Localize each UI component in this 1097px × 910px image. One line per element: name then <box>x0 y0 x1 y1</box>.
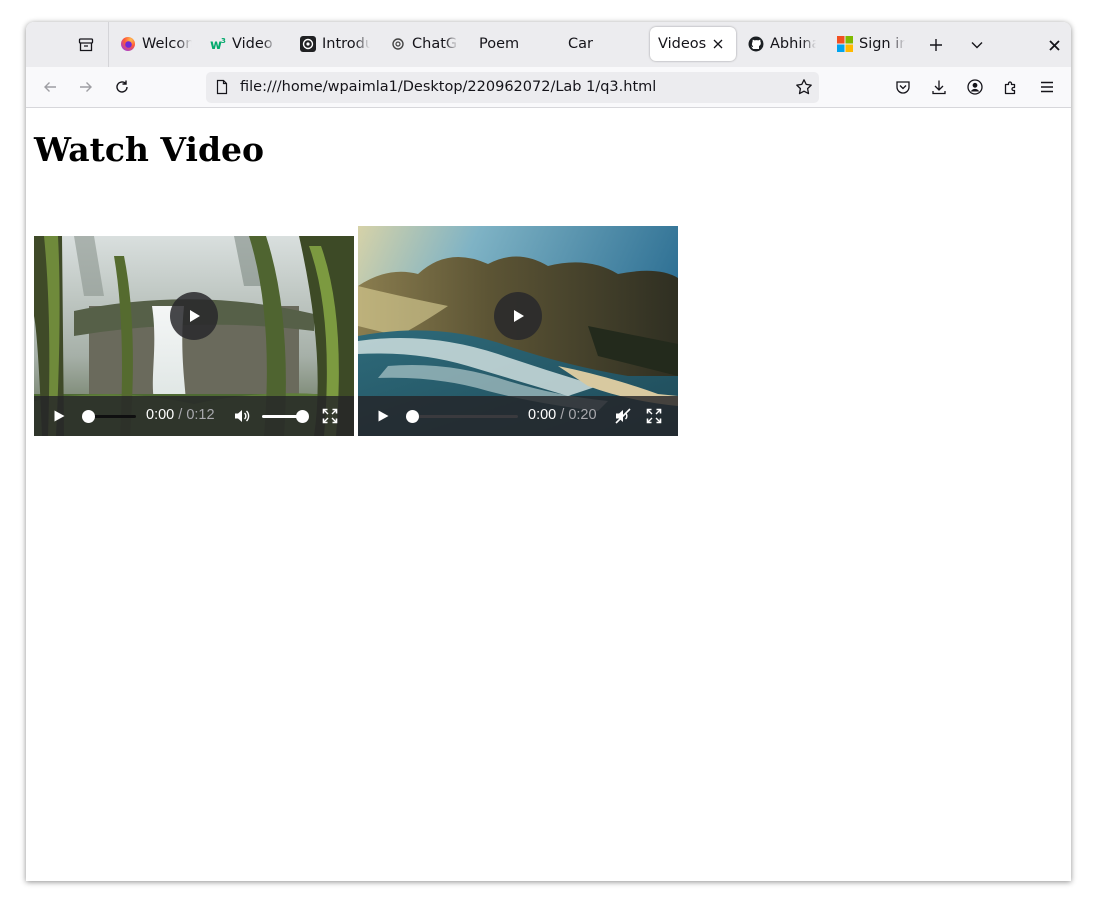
page-content: Watch Video 0:00 / 0:12 0:00 / 0:20 <box>26 108 1071 881</box>
video-controls: 0:00 / 0:20 <box>358 396 678 436</box>
tab-poem[interactable]: Poem <box>479 27 549 61</box>
play-icon <box>378 410 389 422</box>
big-play-button[interactable] <box>170 292 218 340</box>
extensions-button[interactable] <box>999 75 1023 99</box>
tab-sign-in[interactable]: Sign in <box>837 27 907 61</box>
video-player-2[interactable]: 0:00 / 0:20 <box>358 226 678 436</box>
volume-handle[interactable] <box>296 410 309 423</box>
tab-github[interactable]: Abhinav <box>748 27 820 61</box>
microsoft-icon <box>837 36 853 52</box>
seek-handle[interactable] <box>82 410 95 423</box>
hamburger-menu-icon <box>1041 81 1053 93</box>
seek-track[interactable] <box>408 415 518 418</box>
list-all-tabs-button[interactable] <box>965 33 989 57</box>
tab-label: Welcome to Firefox <box>142 36 192 52</box>
volume-icon <box>235 410 250 422</box>
unmute-button[interactable] <box>613 406 633 426</box>
page-heading: Watch Video <box>34 130 265 169</box>
new-tab-button[interactable] <box>924 33 948 57</box>
openai-icon <box>300 36 316 52</box>
tab-separator <box>108 22 109 67</box>
volume-muted-icon <box>615 408 631 424</box>
chatgpt-icon <box>390 36 406 52</box>
firefox-icon <box>120 36 136 52</box>
address-bar[interactable]: file:///home/wpaimla1/Desktop/220962072/… <box>206 72 819 103</box>
navigation-toolbar: file:///home/wpaimla1/Desktop/220962072/… <box>26 67 1071 108</box>
duration: / 0:12 <box>178 407 215 423</box>
mute-button[interactable] <box>232 406 252 426</box>
close-window-button[interactable] <box>1042 33 1066 57</box>
tab-label: Video Tag <box>232 36 276 52</box>
tab-introduction[interactable]: Introduction <box>300 27 372 61</box>
tab-bar: Welcome to Firefox w3 Video Tag Introduc… <box>26 22 1071 67</box>
fullscreen-button[interactable] <box>644 406 664 426</box>
page-icon <box>216 79 228 95</box>
current-time: 0:00 <box>528 407 557 423</box>
tab-car[interactable]: Car <box>568 27 638 61</box>
menu-button[interactable] <box>1035 75 1059 99</box>
forward-button[interactable] <box>74 75 98 99</box>
tab-chatgpt[interactable]: ChatGPT <box>390 27 460 61</box>
download-icon <box>932 80 946 95</box>
tab-label: Videos <box>658 36 707 52</box>
duration: / 0:20 <box>560 407 597 423</box>
chevron-down-icon <box>971 42 983 49</box>
seek-handle[interactable] <box>406 410 419 423</box>
time-display: 0:00 / 0:20 <box>528 407 597 423</box>
bookmark-star-icon[interactable] <box>795 78 813 96</box>
play-icon <box>514 310 524 322</box>
play-icon <box>190 310 200 322</box>
arrow-right-icon <box>80 82 92 92</box>
fullscreen-icon <box>322 408 338 424</box>
account-button[interactable] <box>963 75 987 99</box>
time-display: 0:00 / 0:12 <box>146 407 215 423</box>
tab-label: Introduction <box>322 36 370 52</box>
play-icon <box>54 410 65 422</box>
tab-video-tag[interactable]: w3 Video Tag <box>210 27 280 61</box>
big-play-button[interactable] <box>494 292 542 340</box>
tab-videos-active[interactable]: Videos <box>650 27 736 61</box>
video-controls: 0:00 / 0:12 <box>34 396 354 436</box>
tab-label: ChatGPT <box>412 36 458 52</box>
tab-label: Sign in <box>859 36 905 52</box>
close-icon <box>1048 39 1060 51</box>
url-text[interactable]: file:///home/wpaimla1/Desktop/220962072/… <box>240 79 656 95</box>
arrow-left-icon <box>44 82 56 92</box>
plus-icon <box>930 39 942 51</box>
close-tab-icon[interactable] <box>710 36 726 52</box>
w3-icon: w3 <box>210 36 226 52</box>
play-button[interactable] <box>373 406 393 426</box>
browser-window: Welcome to Firefox w3 Video Tag Introduc… <box>26 22 1071 881</box>
pocket-icon <box>896 81 910 94</box>
github-icon <box>748 36 764 52</box>
play-button[interactable] <box>49 406 69 426</box>
tab-label: Poem <box>479 36 520 52</box>
tab-welcome[interactable]: Welcome to Firefox <box>120 27 194 61</box>
reload-icon <box>116 80 128 93</box>
archive-icon <box>78 38 94 52</box>
tab-label: Abhinav <box>770 36 816 52</box>
tab-label: Car <box>568 36 593 52</box>
video-player-1[interactable]: 0:00 / 0:12 <box>34 236 354 436</box>
downloads-button[interactable] <box>927 75 951 99</box>
svg-text:3: 3 <box>221 37 226 45</box>
pocket-button[interactable] <box>891 75 915 99</box>
account-icon <box>967 79 983 95</box>
fullscreen-icon <box>646 408 662 424</box>
fullscreen-button[interactable] <box>320 406 340 426</box>
tab-overflow-button[interactable] <box>74 33 98 57</box>
back-button[interactable] <box>38 75 62 99</box>
current-time: 0:00 <box>146 407 175 423</box>
puzzle-icon <box>1004 81 1016 95</box>
reload-button[interactable] <box>110 75 134 99</box>
